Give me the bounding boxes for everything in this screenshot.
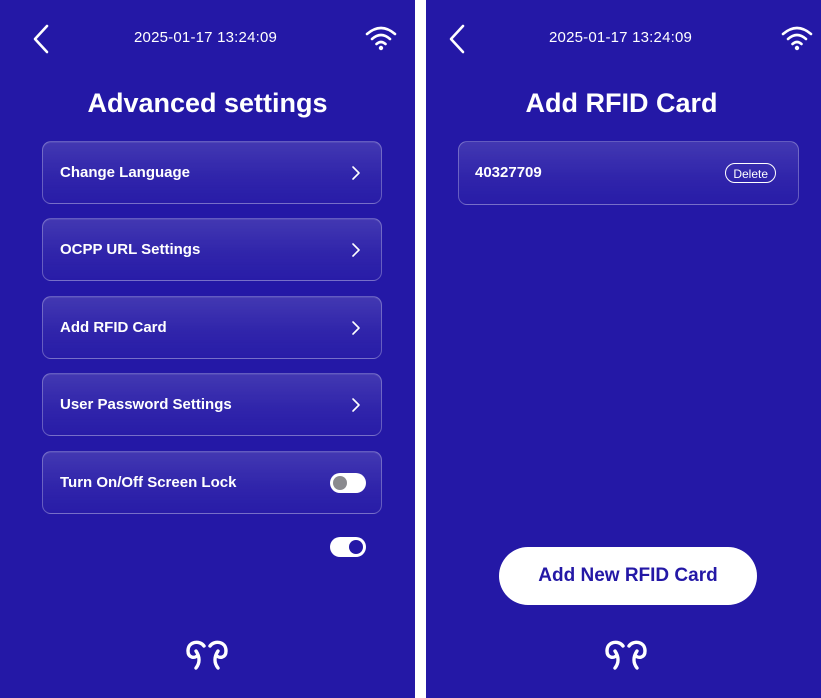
add-new-rfid-card-button[interactable]: Add New RFID Card [499,547,757,605]
rfid-card-row: 40327709 Delete [458,141,799,205]
back-chevron-icon[interactable] [446,22,468,56]
menu-item-user-password-settings[interactable]: User Password Settings [42,373,382,436]
wifi-icon [365,26,397,51]
menu-item-label: User Password Settings [60,396,232,413]
toggle-knob [333,476,347,490]
delete-card-button[interactable]: Delete [725,163,776,183]
advanced-settings-screen: 2025-01-17 13:24:09 Advanced settings Ch… [0,0,415,698]
rfid-card-number: 40327709 [475,164,542,181]
status-datetime: 2025-01-17 13:24:09 [134,29,278,46]
menu-item-label: Change Language [60,164,191,181]
brand-logo-icon [186,640,228,670]
brand-logo-icon [605,640,647,670]
menu-item-change-language[interactable]: Change Language [42,141,382,204]
menu-item-label: OCPP URL Settings [60,241,201,258]
toggle-knob [349,540,363,554]
menu-item-ocpp-url-settings[interactable]: OCPP URL Settings [42,218,382,281]
screen-lock-toggle[interactable] [330,473,366,493]
add-rfid-card-screen: 2025-01-17 13:24:09 Add RFID Card 403277… [426,0,821,698]
menu-item-screen-lock: Turn On/Off Screen Lock [42,451,382,514]
wifi-icon [781,26,813,51]
chevron-right-icon [352,166,360,180]
menu-item-label: Add RFID Card [60,319,167,336]
page-title: Advanced settings [87,88,328,118]
back-chevron-icon[interactable] [30,22,52,56]
menu-item-label: Turn On/Off Screen Lock [60,474,237,491]
status-datetime: 2025-01-17 13:24:09 [549,29,693,46]
menu-item-add-rfid-card[interactable]: Add RFID Card [42,296,382,359]
chevron-right-icon [352,321,360,335]
extra-toggle[interactable] [330,537,366,557]
chevron-right-icon [352,243,360,257]
page-title: Add RFID Card [525,88,718,118]
chevron-right-icon [352,398,360,412]
